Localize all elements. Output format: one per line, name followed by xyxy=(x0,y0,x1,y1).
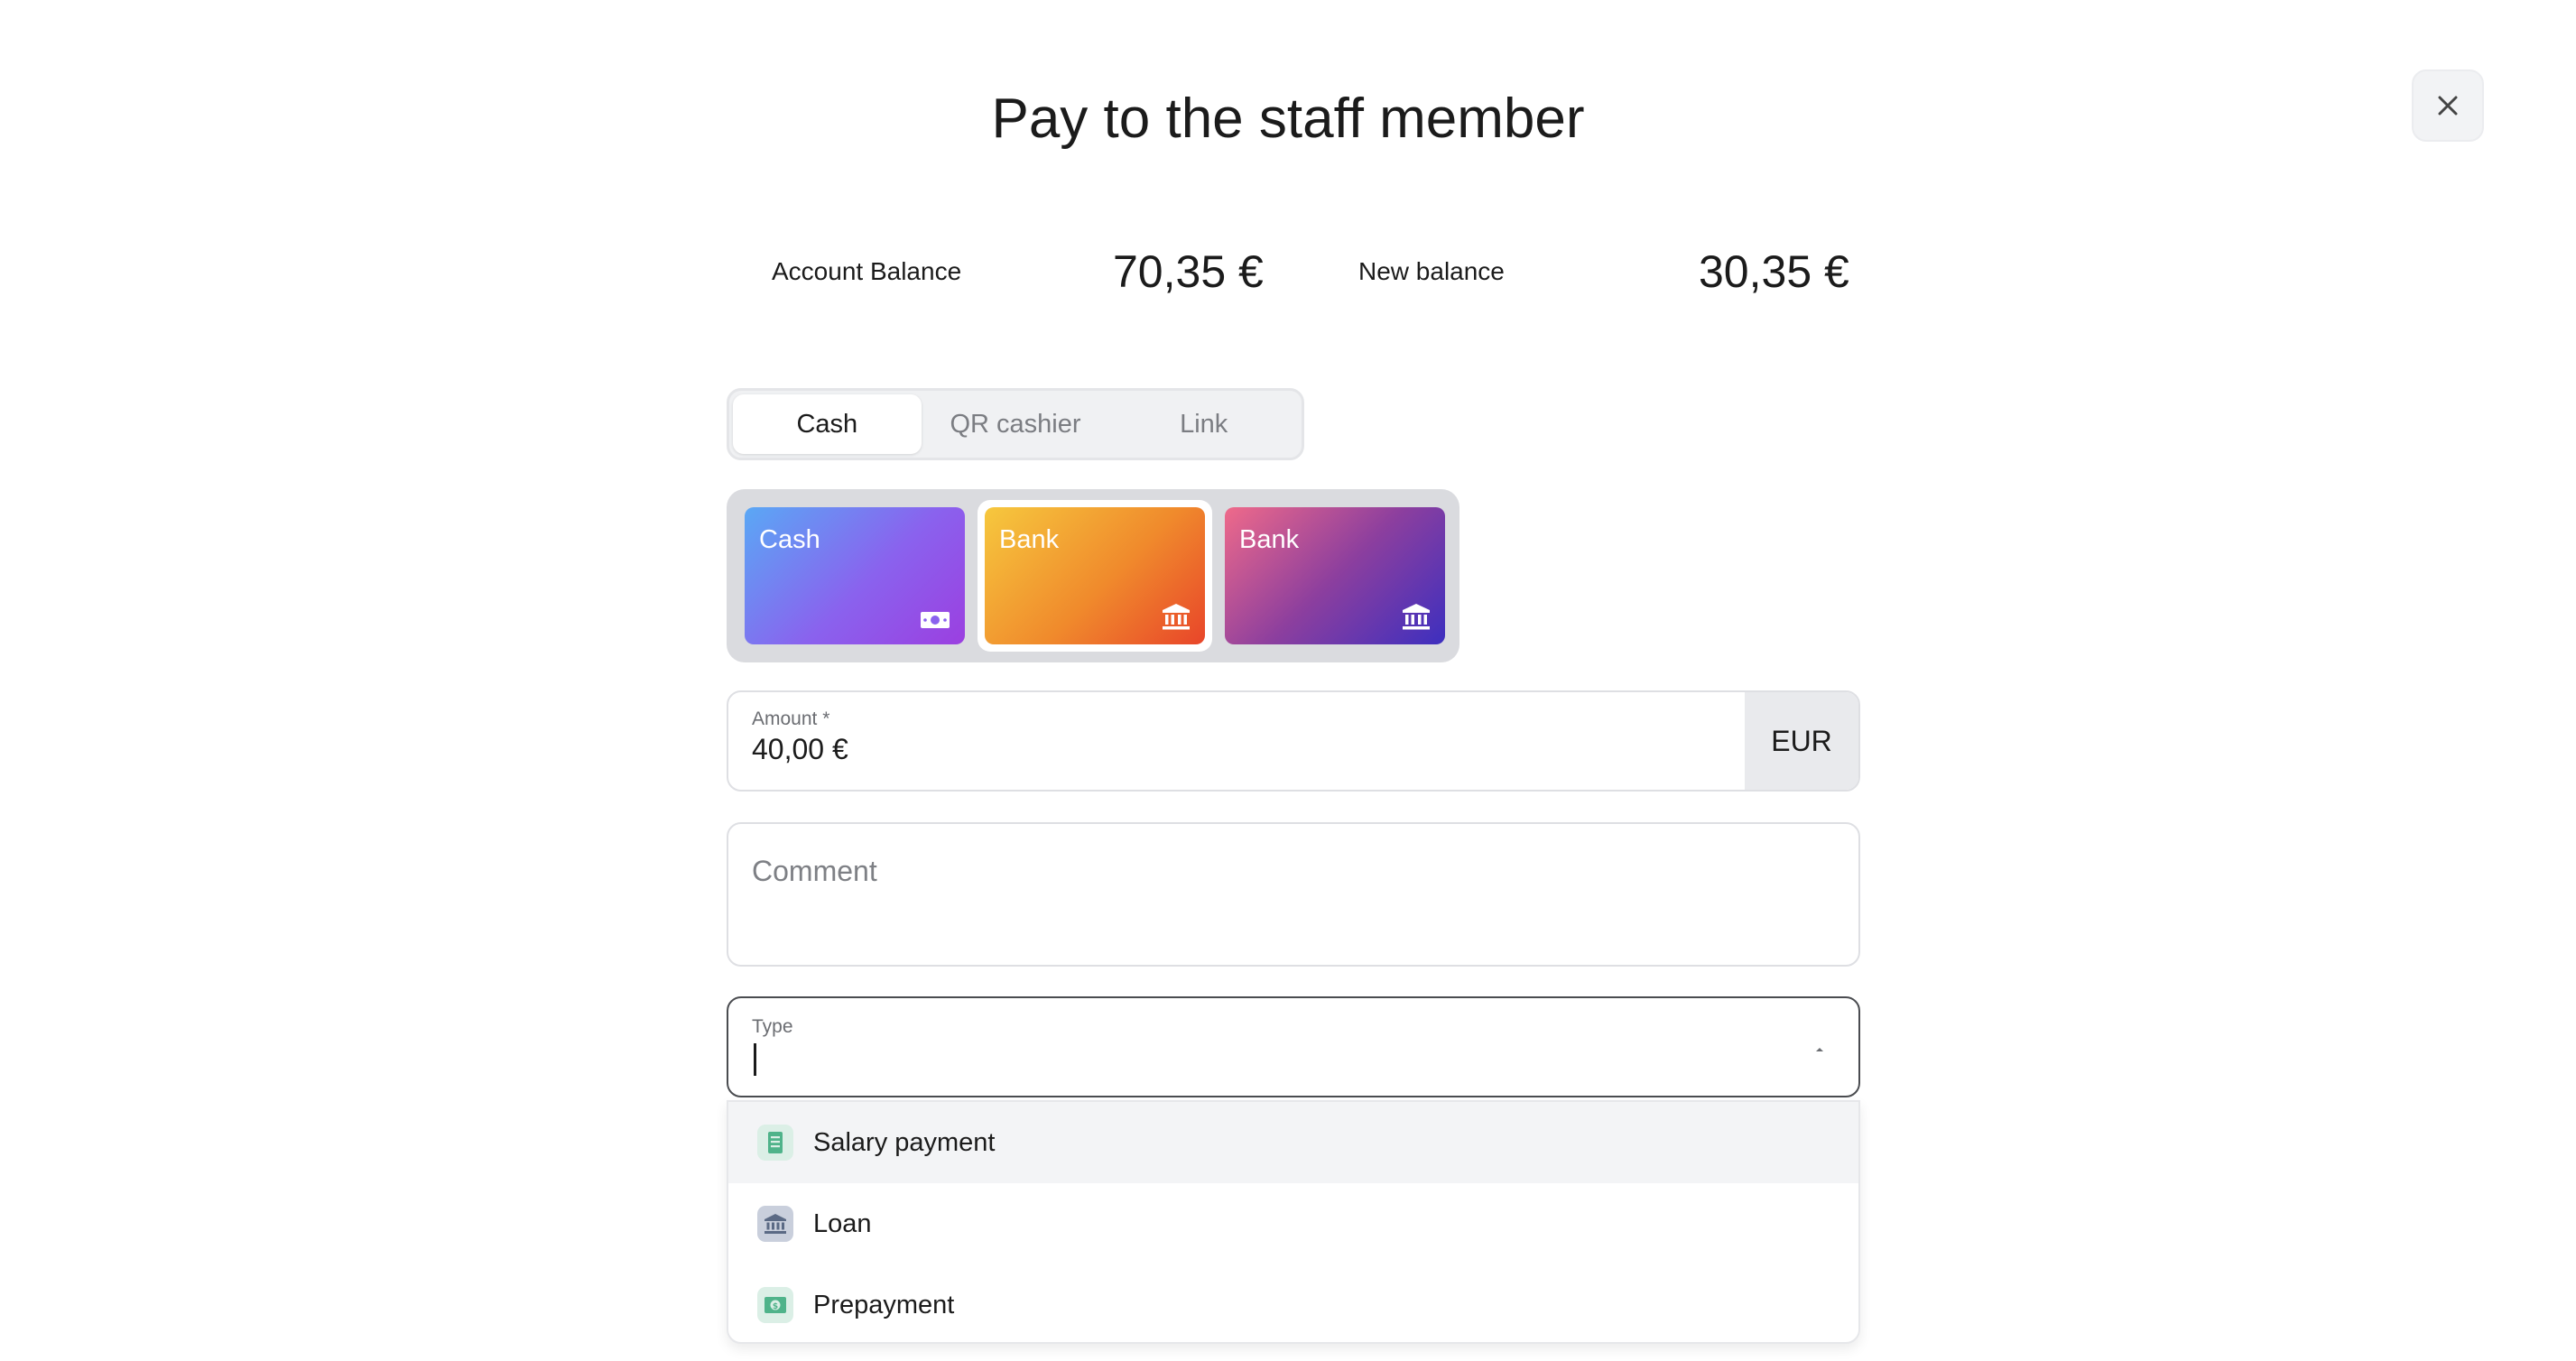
account-card-label: Cash xyxy=(759,525,820,554)
text-cursor xyxy=(754,1043,756,1076)
tab-link[interactable]: Link xyxy=(1109,394,1298,454)
payment-method-tabs: Cash QR cashier Link xyxy=(727,388,1304,460)
tab-qr-cashier[interactable]: QR cashier xyxy=(922,394,1110,454)
new-balance-value: 30,35 € xyxy=(1699,246,1849,297)
account-card-bank-2[interactable]: Bank xyxy=(1225,507,1445,644)
account-card-label: Bank xyxy=(999,525,1060,554)
amount-label: Amount * xyxy=(752,708,830,729)
account-card-cash[interactable]: Cash xyxy=(745,507,965,644)
page-title: Pay to the staff member xyxy=(991,88,1585,150)
cash-icon: $ xyxy=(757,1287,793,1323)
currency-selector[interactable]: EUR xyxy=(1745,692,1858,790)
account-card-selector: Cash Bank Bank xyxy=(727,489,1459,662)
chevron-up-icon[interactable] xyxy=(1813,1045,1826,1054)
comment-placeholder: Comment xyxy=(752,855,877,887)
account-balance-label: Account Balance xyxy=(772,257,962,285)
bank-icon xyxy=(1163,604,1190,630)
account-card-bank-1[interactable]: Bank xyxy=(985,507,1205,644)
option-label: Prepayment xyxy=(813,1290,955,1319)
bank-icon xyxy=(757,1206,793,1242)
option-loan[interactable]: Loan xyxy=(728,1183,1858,1264)
close-icon xyxy=(2438,96,2458,116)
type-dropdown-list: Salary payment Loan $ Prepayment xyxy=(727,1100,1860,1344)
option-prepayment[interactable]: $ Prepayment xyxy=(728,1264,1858,1342)
type-label: Type xyxy=(752,1016,793,1037)
new-balance-label: New balance xyxy=(1358,257,1505,285)
close-button[interactable] xyxy=(2412,69,2484,142)
comment-field[interactable]: Comment xyxy=(727,822,1860,967)
option-label: Loan xyxy=(813,1208,872,1238)
amount-input[interactable]: 40,00 € xyxy=(752,733,848,766)
tab-cash[interactable]: Cash xyxy=(733,394,922,454)
amount-field[interactable]: Amount * 40,00 € EUR xyxy=(727,690,1860,792)
document-icon xyxy=(757,1125,793,1161)
banknote-icon xyxy=(921,612,950,628)
account-balance-value: 70,35 € xyxy=(1113,246,1264,297)
option-label: Salary payment xyxy=(813,1127,996,1157)
svg-text:$: $ xyxy=(773,1302,778,1311)
type-select[interactable]: Type xyxy=(727,996,1860,1097)
account-card-label: Bank xyxy=(1239,525,1300,554)
option-salary-payment[interactable]: Salary payment xyxy=(728,1102,1858,1183)
bank-icon xyxy=(1403,604,1430,630)
